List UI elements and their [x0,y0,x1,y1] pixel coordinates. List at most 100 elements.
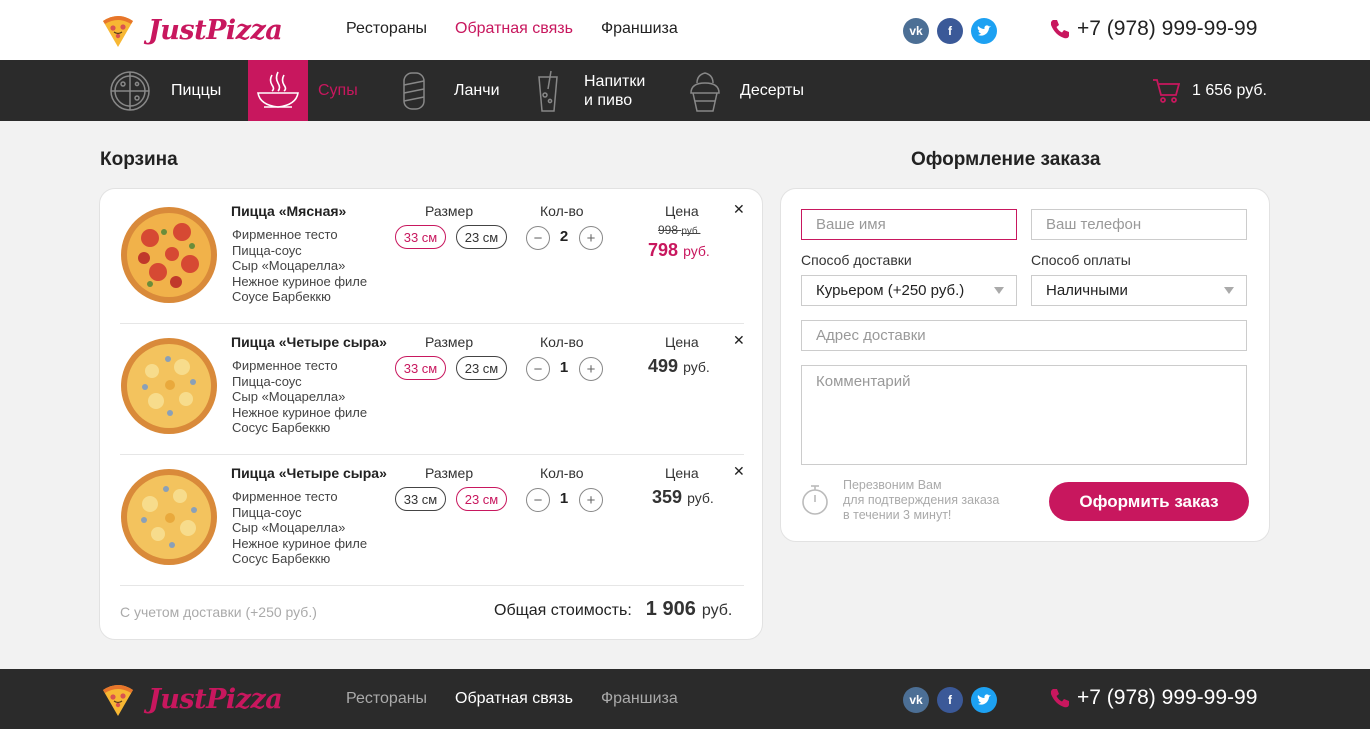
qty-value: 1 [559,490,569,507]
total-value: 1 906 [645,598,696,620]
category-label: Пиццы [171,81,222,99]
cart-icon [1153,78,1180,103]
qty-value: 1 [559,359,569,376]
vk-icon[interactable]: vk [903,687,929,713]
ingredient: Пицца-соус [232,242,302,258]
category-label-line2: и пиво [584,91,633,109]
note-line: Перезвоним Вам [843,478,942,492]
qty-header: Кол-во [540,334,584,350]
dessert-icon [683,69,727,113]
size-option-23[interactable]: 23 см [456,487,507,511]
logo[interactable]: JustPizza [100,10,283,50]
footer-logo[interactable]: JustPizza [100,679,283,719]
old-price-unit: руб. [681,226,701,237]
payment-select[interactable]: Наличными [1031,275,1247,306]
category-desserts[interactable]: Десерты [683,60,804,121]
phone-number: +7 (978) 999-99-99 [1077,17,1258,40]
qty-decrease-button[interactable]: − [526,488,550,512]
payment-value: Наличными [1046,282,1128,299]
cart-total: 1 656 руб. [1192,81,1267,99]
cart-summary[interactable]: 1 656 руб. [1152,60,1267,121]
qty-increase-button[interactable]: + [579,226,603,250]
footer-nav-restaurants[interactable]: Рестораны [346,690,427,708]
size-option-23[interactable]: 23 см [456,356,507,380]
category-lunches[interactable]: Ланчи [392,60,500,121]
item-name: Пицца «Четыре сыра» [231,334,387,350]
delivery-select[interactable]: Курьером (+250 руб.) [801,275,1017,306]
nav-restaurants[interactable]: Рестораны [346,20,427,38]
twitter-icon[interactable] [971,687,997,713]
category-label: Ланчи [454,81,500,99]
phone-input[interactable]: Ваш телефон [1031,209,1247,240]
vk-icon[interactable]: vk [903,18,929,44]
delivery-note: С учетом доставки (+250 руб.) [120,604,317,620]
footer-nav-feedback[interactable]: Обратная связь [455,690,573,708]
note-line: для подтверждения заказа [843,493,1000,507]
old-price-value: 998 [658,223,679,237]
item-name: Пицца «Четыре сыра» [231,465,387,481]
basket-item: Пицца «Мясная» Фирменное тесто Пицца-соу… [120,193,745,324]
facebook-icon[interactable]: f [937,18,963,44]
top-nav: Рестораны Обратная связь Франшиза [346,20,678,38]
drink-icon [526,69,570,113]
facebook-icon[interactable]: f [937,687,963,713]
ingredient: Нежное куриное филе [232,535,368,551]
size-option-33[interactable]: 33 см [395,225,446,249]
ingredient: Фирменное тесто [232,227,338,242]
category-label: Супы [318,81,358,99]
size-header: Размер [425,334,474,350]
ingredient: Нежное куриное филе [232,273,368,289]
item-price: 359 руб. [652,487,714,508]
category-pizza[interactable]: Пиццы [108,60,221,121]
category-drinks[interactable]: Напитки и пиво [526,60,645,121]
footer-nav-franchise[interactable]: Франшиза [601,690,678,708]
qty-decrease-button[interactable]: − [526,357,550,381]
basket-item: Пицца «Четыре сыра» Фирменное тесто Пицц… [120,324,745,455]
item-name: Пицца «Мясная» [231,203,347,219]
name-input[interactable]: Ваше имя [801,209,1017,240]
pizza-image [121,207,217,303]
qty-header: Кол-во [540,203,584,219]
nav-franchise[interactable]: Франшиза [601,20,678,38]
size-header: Размер [425,465,474,481]
remove-item-button[interactable]: ✕ [733,332,745,349]
total-label: Общая стоимость: [494,602,632,619]
price-unit: руб. [687,490,714,506]
submit-order-button[interactable]: Оформить заказ [1049,482,1249,521]
pizza-image [121,338,217,434]
twitter-icon[interactable] [971,18,997,44]
ingredient: Нежное куриное филе [232,404,368,420]
ingredient: Фирменное тесто [232,489,338,504]
ingredient: Сосус Барбеккю [232,420,331,435]
category-label-line1: Напитки [584,72,646,90]
phone-icon [1050,20,1069,39]
category-soups[interactable]: Супы [256,60,358,121]
top-header: JustPizza Рестораны Обратная связь Франш… [0,0,1370,60]
note-line: в течении 3 минут! [843,508,952,522]
price-header: Цена [665,334,699,350]
footer-phone[interactable]: +7 (978) 999-99-99 [1049,686,1257,710]
order-title: Оформление заказа [911,149,1101,170]
remove-item-button[interactable]: ✕ [733,463,745,480]
chevron-down-icon [1224,287,1234,294]
size-option-23[interactable]: 23 см [456,225,507,249]
price-header: Цена [665,465,699,481]
soup-icon [256,69,300,113]
total-unit: руб. [701,602,733,619]
burrito-icon [392,69,436,113]
comment-textarea[interactable]: Комментарий [801,365,1247,465]
size-option-33[interactable]: 33 см [395,356,446,380]
ingredient: Соусе Барбеккю [232,289,331,304]
pizza-slice-logo-icon [103,685,133,716]
basket-panel: Пицца «Мясная» Фирменное тесто Пицца-соу… [99,188,763,640]
qty-increase-button[interactable]: + [579,488,603,512]
footer: JustPizza vk f +7 (978) 999-99-99 [0,669,1370,729]
qty-decrease-button[interactable]: − [526,226,550,250]
size-option-33[interactable]: 33 см [395,487,446,511]
remove-item-button[interactable]: ✕ [733,201,745,218]
address-input[interactable]: Адрес доставки [801,320,1247,351]
qty-increase-button[interactable]: + [579,357,603,381]
pizza-slice-logo-icon [103,16,133,47]
nav-feedback[interactable]: Обратная связь [455,20,573,38]
header-phone[interactable]: +7 (978) 999-99-99 [1049,17,1257,41]
